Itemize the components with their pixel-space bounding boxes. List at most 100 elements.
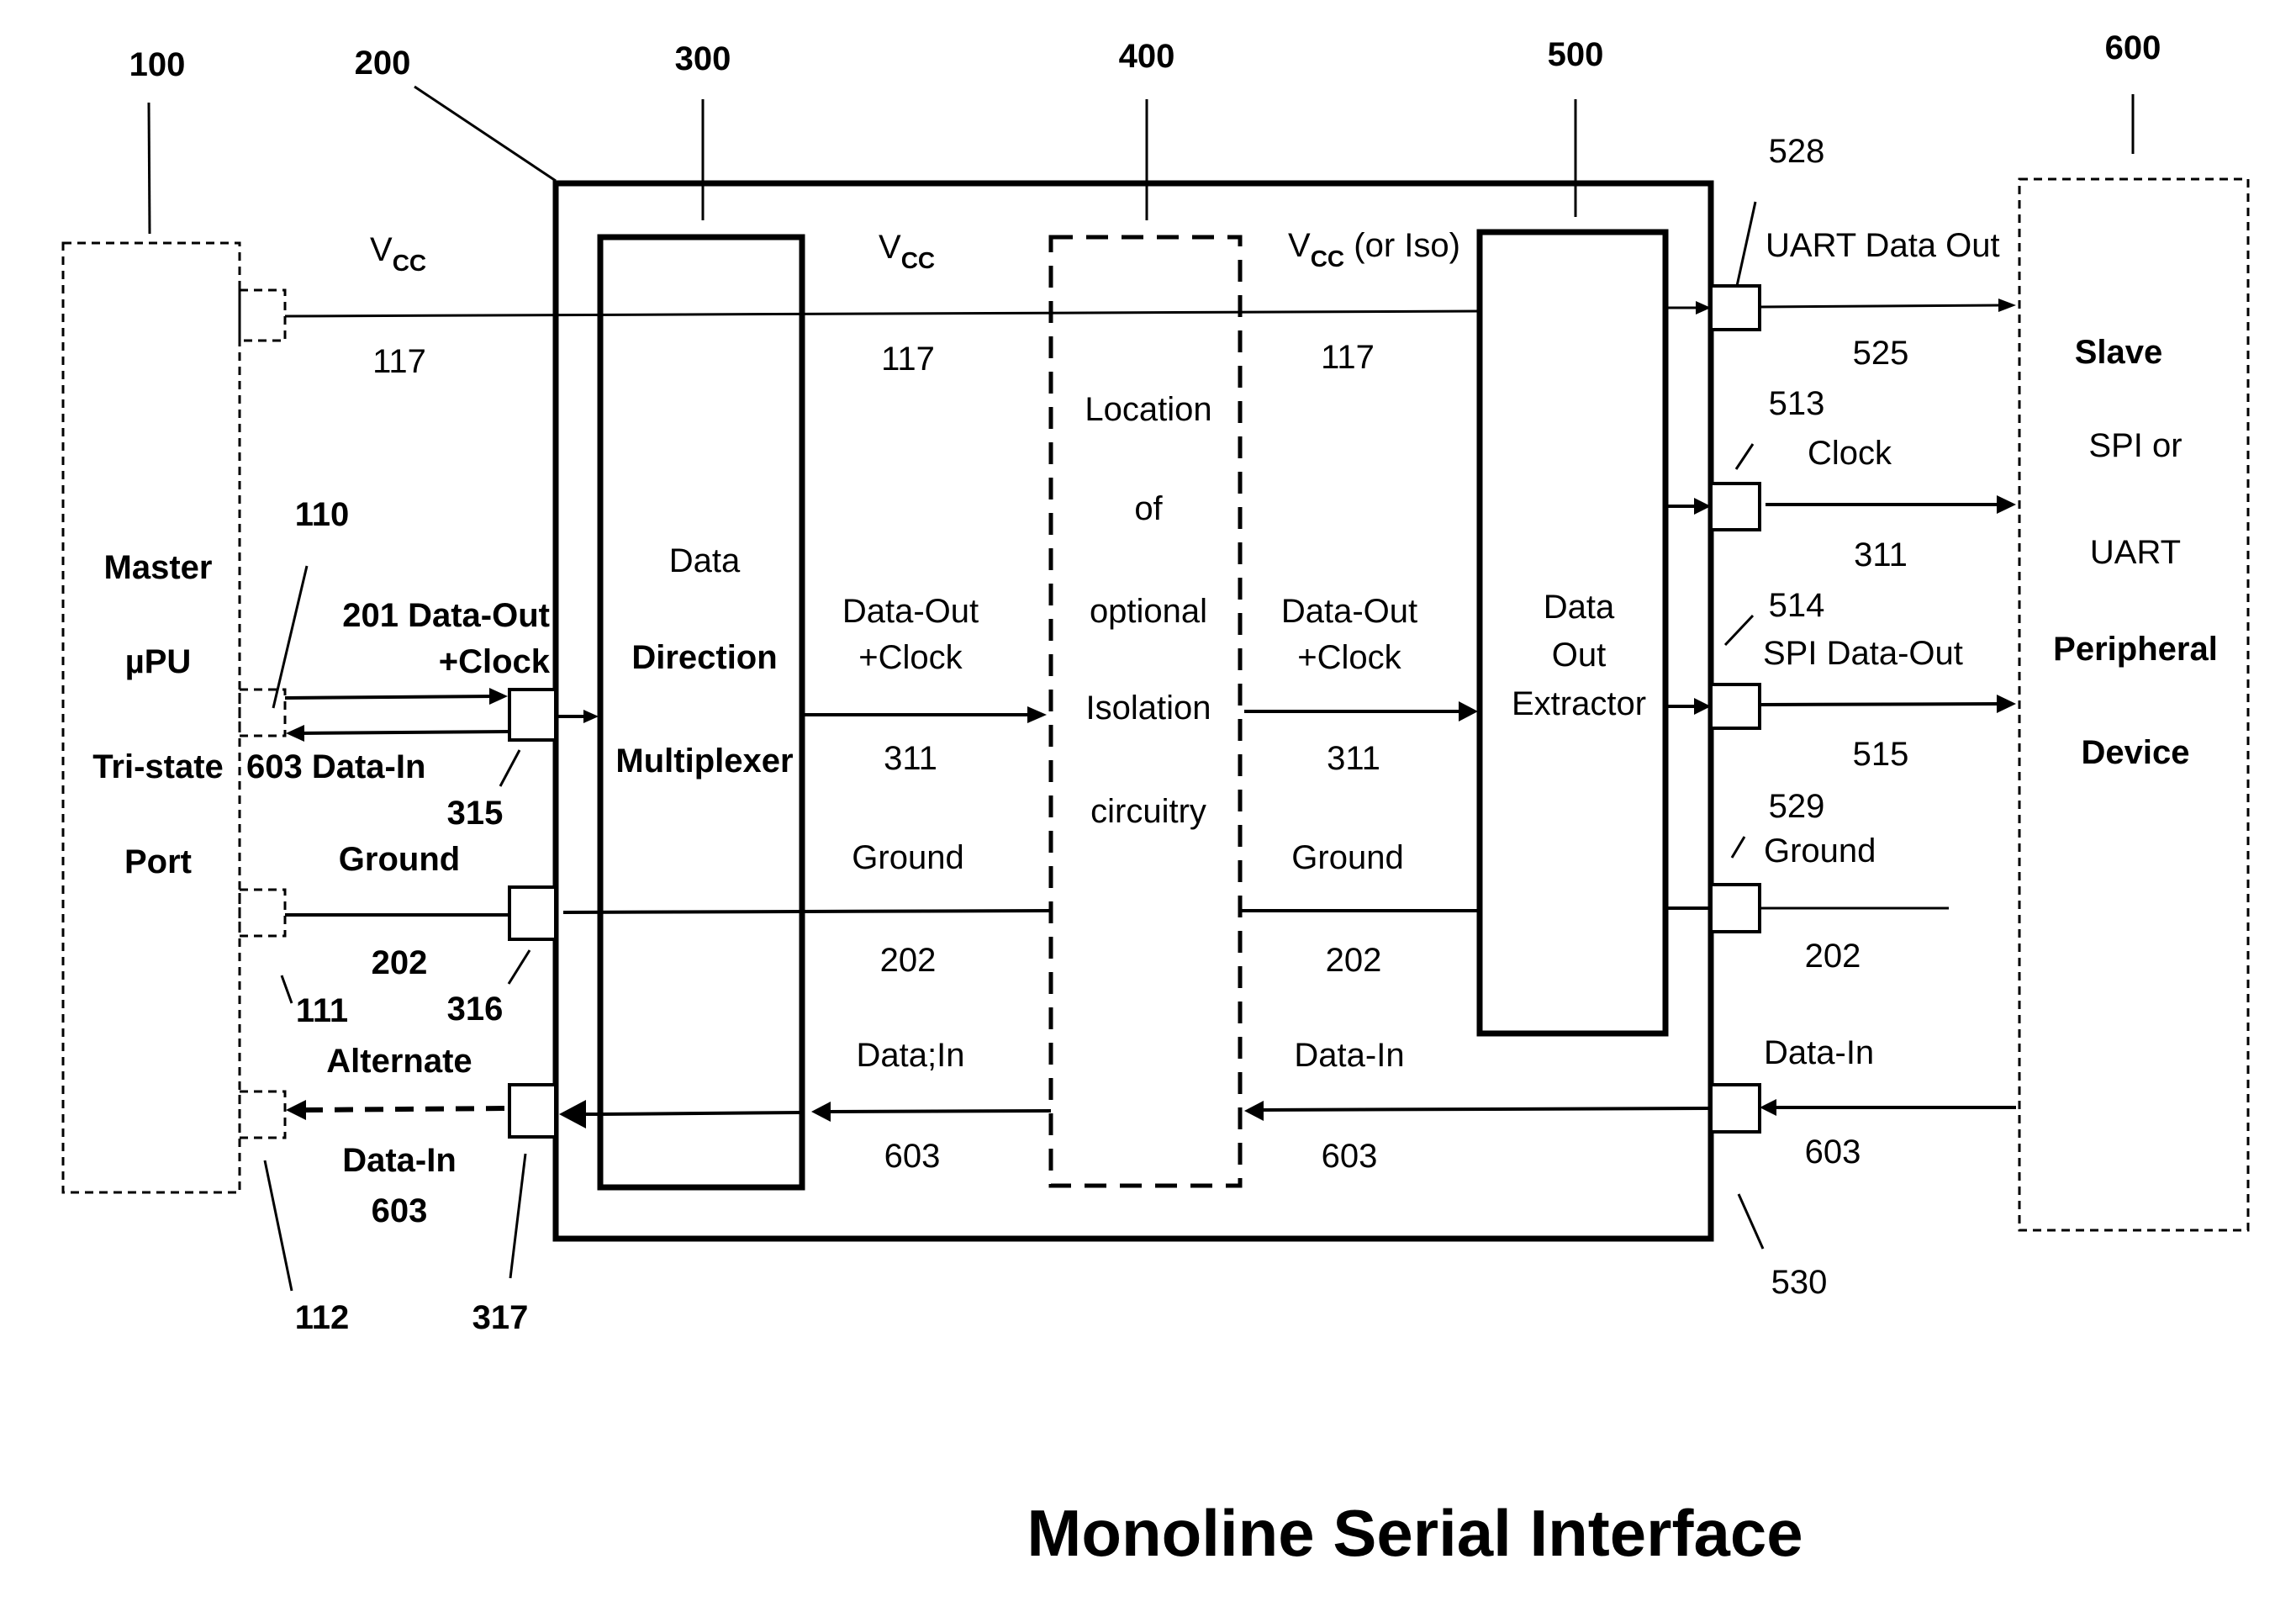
master-label-4: Port [124, 843, 192, 880]
ground-ref-far-right: 202 [1805, 938, 1861, 975]
leader-interface [414, 85, 557, 182]
arrowhead [489, 688, 508, 705]
ground-ref-left: 202 [372, 944, 428, 981]
slave-label-4: Peripheral [2053, 631, 2218, 668]
vcc-label-2: VCC [879, 229, 935, 273]
isolation-label-5: circuitry [1090, 793, 1206, 830]
arrowhead [559, 1100, 586, 1128]
data-in-ref-mid: 603 [884, 1138, 941, 1175]
diagram-canvas: 100 200 300 400 500 600 Master µPU Tri-s… [61, 29, 2250, 1570]
data-out-line-left [284, 695, 497, 700]
port-316 [508, 885, 557, 941]
pin-514: 514 [1769, 587, 1825, 624]
pin-111: 111 [296, 992, 348, 1029]
ground-ref-mid: 202 [880, 942, 937, 979]
port-514 [1709, 683, 1761, 730]
data-in-ref-alt: 603 [372, 1192, 428, 1229]
plus-clock-label-right: +Clock [1297, 639, 1401, 676]
arrowhead [811, 1102, 831, 1122]
leader-317 [509, 1153, 527, 1279]
clock-ref: 311 [1854, 536, 1908, 573]
diagram-title: Monoline Serial Interface [1027, 1496, 1802, 1570]
svg-text:VCC: VCC [370, 231, 426, 276]
vcc-ref-3: 117 [1321, 339, 1375, 376]
alternate-data-in-line [303, 1106, 510, 1113]
port-317 [508, 1083, 557, 1139]
pin-316: 316 [447, 991, 504, 1028]
plus-clock-label-left: +Clock [439, 643, 551, 680]
master-label-1: Master [104, 549, 213, 586]
port-513 [1709, 482, 1761, 531]
isolation-label-2: of [1134, 490, 1163, 527]
ref-isolation: 400 [1119, 38, 1175, 75]
leader-master [147, 102, 151, 235]
mux-box [597, 234, 805, 1191]
arrowhead [1997, 695, 2016, 713]
data-in-label-alt: Data-In [342, 1142, 457, 1179]
leader-513 [1734, 443, 1755, 470]
vcc-label-3: VCC (or Iso) [1288, 227, 1460, 272]
ground-label-far-right: Ground [1764, 832, 1876, 869]
master-label-2: µPU [125, 643, 192, 680]
extractor-label-2: Out [1552, 637, 1606, 674]
ref-extractor: 500 [1548, 36, 1604, 73]
vcc-ref-1: 117 [372, 343, 426, 380]
arrowhead [1998, 299, 2016, 312]
spi-data-out-label: SPI Data-Out [1763, 635, 1963, 672]
vcc-line [284, 309, 1481, 318]
data-in-label-far-right: Data-In [1764, 1034, 1874, 1071]
data-out-ref-right: 311 [1327, 740, 1380, 777]
data-in-label-left: 603 Data-In [246, 748, 425, 785]
data-in-label-mid: Data;In [857, 1037, 965, 1074]
slave-label-3: UART [2090, 534, 2181, 571]
data-out-label-right: Data-Out [1281, 593, 1417, 630]
vcc-ref-2: 117 [881, 341, 935, 378]
ref-interface: 200 [355, 45, 411, 82]
mux-label-2: Direction [631, 639, 777, 676]
ground-line-mid [562, 909, 1052, 914]
alternate-label: Alternate [326, 1043, 472, 1080]
arrowhead [1997, 495, 2016, 514]
arrowhead [286, 1100, 306, 1120]
arrowhead [1760, 1099, 1776, 1116]
mux-label-1: Data [669, 542, 741, 579]
pin-513: 513 [1769, 385, 1825, 422]
data-in-line-right [1260, 1107, 1712, 1112]
leader-530 [1737, 1193, 1765, 1250]
data-out-ref-mid: 311 [884, 740, 937, 777]
port-315 [508, 688, 557, 742]
master-port-112 [238, 1090, 287, 1139]
data-in-line-mid [827, 1109, 1052, 1113]
ref-slave: 600 [2105, 29, 2161, 66]
pin-110: 110 [295, 496, 350, 533]
slave-label-2: SPI or [2088, 427, 2182, 464]
leader-528 [1735, 201, 1757, 287]
slave-label-1: Slave [2075, 334, 2163, 371]
data-in-line-mux-inner [599, 1111, 803, 1116]
mux-label-3: Multiplexer [615, 743, 793, 780]
vcc-label-1: VCC [370, 231, 426, 276]
arrowhead [1244, 1101, 1264, 1121]
pin-317: 317 [472, 1299, 529, 1336]
spi-out-line [1759, 702, 2000, 706]
slave-label-5: Device [2082, 734, 2190, 771]
svg-text:VCC (or Iso): VCC (or Iso) [1288, 227, 1460, 272]
ground-label-mid: Ground [852, 839, 963, 876]
isolation-label-4: Isolation [1086, 690, 1211, 727]
extractor-label-3: Extractor [1512, 685, 1646, 722]
arrowhead [286, 725, 304, 742]
master-label-3: Tri-state [92, 748, 224, 785]
leader-316 [507, 949, 531, 985]
leader-111 [280, 975, 293, 1004]
master-port-vcc [238, 288, 287, 342]
ref-mux: 300 [675, 40, 731, 77]
ground-label-left: Ground [339, 841, 460, 878]
arrowhead [583, 710, 599, 723]
arrowhead [1459, 701, 1478, 721]
pin-315: 315 [447, 795, 504, 832]
leader-315 [499, 749, 521, 787]
ground-label-right: Ground [1291, 839, 1403, 876]
master-port-110 [238, 688, 287, 737]
data-in-ref-far-right: 603 [1805, 1134, 1861, 1171]
ref-master: 100 [129, 46, 186, 83]
